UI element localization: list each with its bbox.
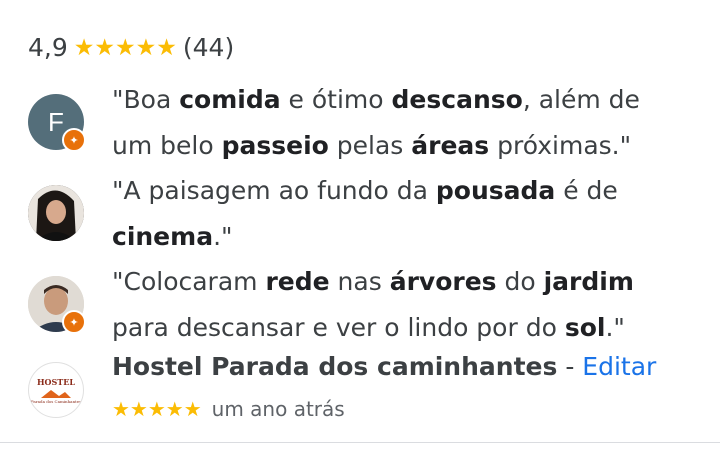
review-keyword: pousada — [435, 176, 556, 205]
rating-value: 4,9 — [28, 33, 68, 62]
place-name-link[interactable]: Hostel Parada dos caminhantes — [112, 352, 557, 381]
reviewer-avatar-3[interactable]: ✦ — [28, 276, 86, 334]
review-snippet-3[interactable]: "Colocaram rede nas árvores do jardim par… — [112, 259, 702, 351]
review-keyword: cinema — [112, 222, 214, 251]
review-keyword: jardim — [543, 267, 634, 296]
review-keyword: comida — [179, 85, 281, 114]
local-guide-badge-icon: ✦ — [62, 310, 86, 334]
review-snippet-1[interactable]: "Boa comida e ótimo descanso, além de um … — [112, 77, 702, 169]
review-snippet-2[interactable]: "A paisagem ao fundo da pousada é de cine… — [112, 168, 702, 260]
review-keyword: passeio — [221, 131, 329, 160]
rating-stars-icon: ★★★★★ — [73, 34, 177, 61]
review-text: um belo — [112, 131, 222, 160]
rating-summary[interactable]: 4,9 ★★★★★ (44) — [28, 33, 234, 62]
logo-subtext: Parada dos Caminhantes — [30, 398, 82, 404]
edit-link[interactable]: Editar — [582, 352, 656, 381]
hostel-logo-icon — [41, 389, 71, 398]
review-text: e ótimo — [280, 85, 392, 114]
review-text: pelas — [328, 131, 412, 160]
place-title: Hostel Parada dos caminhantes - Editar — [112, 352, 656, 381]
review-text: nas — [329, 267, 390, 296]
review-keyword: sol — [564, 313, 606, 342]
review-text: para descansar e ver o lindo por do — [112, 313, 565, 342]
separator: - — [557, 352, 583, 381]
review-text: "Boa — [112, 85, 180, 114]
avatar-letter: F — [48, 106, 64, 137]
reviewer-avatar-2[interactable] — [28, 185, 84, 241]
divider — [0, 442, 720, 443]
review-keyword: áreas — [411, 131, 490, 160]
review-text: ." — [213, 222, 233, 251]
local-guide-badge-icon: ✦ — [62, 128, 86, 152]
person-photo-icon — [28, 185, 84, 241]
review-time: um ano atrás — [211, 397, 345, 421]
review-text: "Colocaram — [112, 267, 266, 296]
review-text: do — [496, 267, 544, 296]
review-keyword: descanso — [391, 85, 523, 114]
place-logo[interactable]: HOSTEL Parada dos Caminhantes — [28, 362, 84, 418]
review-text: ." — [605, 313, 625, 342]
review-keyword: árvores — [389, 267, 497, 296]
reviewer-avatar-1[interactable]: F ✦ — [28, 94, 86, 152]
user-rating-stars-icon: ★★★★★ — [112, 397, 202, 421]
logo-text: HOSTEL — [37, 376, 75, 387]
review-text: é de — [555, 176, 618, 205]
review-text: , além de — [522, 85, 640, 114]
review-text: próximas." — [489, 131, 632, 160]
review-count: (44) — [182, 33, 235, 62]
review-meta: ★★★★★ um ano atrás — [112, 397, 345, 421]
review-text: "A paisagem ao fundo da — [112, 176, 436, 205]
review-keyword: rede — [265, 267, 330, 296]
